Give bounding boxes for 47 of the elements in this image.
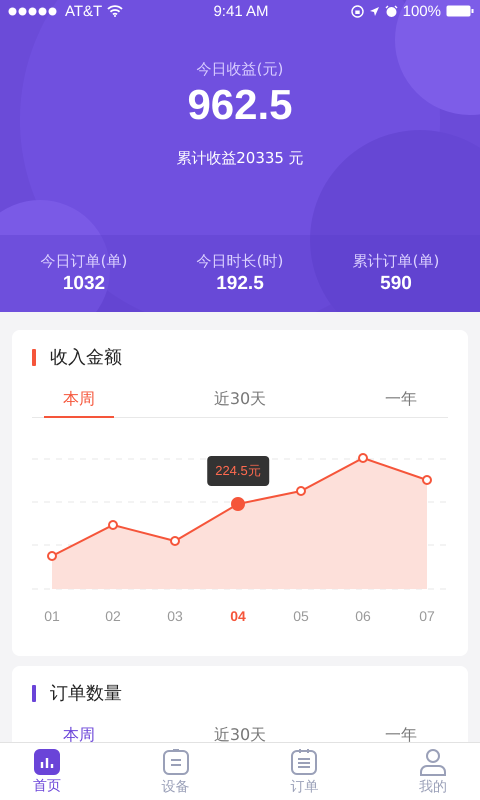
tab-bar-item[interactable]: 首页 <box>12 743 82 800</box>
battery-icon <box>446 5 474 17</box>
rotation-lock-icon <box>350 4 364 18</box>
tab-bar-item[interactable]: 我的 <box>398 743 468 800</box>
stat-value: 590 <box>380 273 412 295</box>
user-icon <box>418 748 447 776</box>
wifi-icon <box>107 5 124 17</box>
data-point <box>296 486 306 496</box>
data-point <box>231 497 245 511</box>
total-income: 累计收益20335 元 <box>176 149 304 168</box>
card-title: 订单数量 <box>50 682 122 705</box>
axis-label: 01 <box>44 608 60 624</box>
income-label: 今日收益(元) <box>196 60 284 79</box>
period-tab[interactable]: 近30天 <box>205 382 275 418</box>
alarm-icon <box>384 4 398 18</box>
data-point <box>108 520 118 530</box>
stat-label: 今日时长(时) <box>196 252 284 271</box>
stat-label: 今日订单(单) <box>40 252 128 271</box>
battery-percent: 100% <box>402 2 441 20</box>
card-title: 收入金额 <box>50 346 122 369</box>
status-time: 9:41 AM <box>213 2 269 20</box>
stat-value: 192.5 <box>216 273 264 295</box>
location-icon <box>368 6 380 16</box>
period-tab[interactable]: 近30天 <box>205 718 275 742</box>
axis-label: 02 <box>105 608 121 624</box>
axis-label: 05 <box>293 608 309 624</box>
chart-icon <box>34 749 60 775</box>
axis-label: 03 <box>167 608 183 624</box>
tab-bar-item[interactable]: 设备 <box>140 743 211 800</box>
tab-bar-item[interactable]: 订单 <box>269 743 340 800</box>
axis-label: 06 <box>355 608 371 624</box>
data-point <box>422 475 432 485</box>
period-tab[interactable]: 本周 <box>44 382 114 418</box>
stat-label: 累计订单(单) <box>352 252 440 271</box>
carrier-name: AT&T <box>65 2 102 20</box>
value-tooltip: 224.5元 <box>207 456 269 486</box>
clipboard-icon <box>162 748 190 776</box>
stat-value: 1032 <box>62 273 106 295</box>
data-point <box>47 551 57 561</box>
period-tab[interactable]: 一年 <box>366 382 436 418</box>
data-point <box>170 536 180 546</box>
period-tab[interactable]: 一年 <box>366 718 436 742</box>
data-point <box>358 453 368 463</box>
axis-label: 04 <box>230 608 246 624</box>
income-value: 962.5 <box>187 81 293 129</box>
axis-label: 07 <box>419 608 435 624</box>
notepad-icon <box>290 748 318 776</box>
